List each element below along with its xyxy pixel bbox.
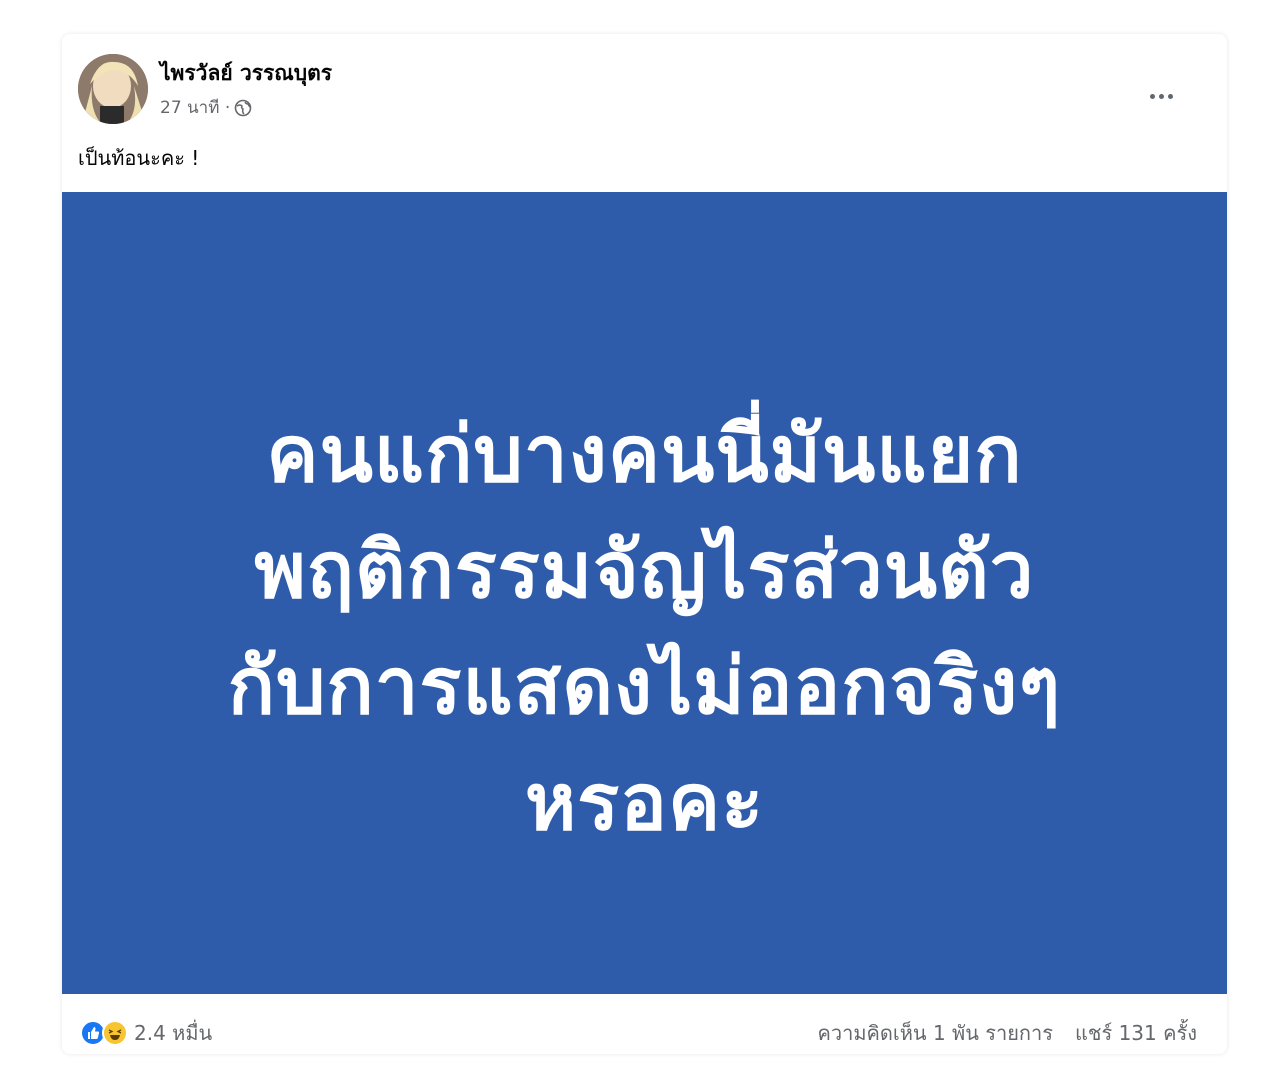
post-meta: 27 นาที · xyxy=(160,94,252,121)
image-text-line: พฤติกรรมจัญไรส่วนตัว xyxy=(254,526,1035,616)
post-header: ไพรวัลย์ วรรณบุตร 27 นาที · xyxy=(78,54,1211,126)
shares-count-link[interactable]: แชร์ 131 ครั้ง xyxy=(1075,1017,1197,1049)
image-text-line: คนแก่บางคนนี่มันแยก xyxy=(266,410,1023,500)
more-options-icon xyxy=(1149,93,1155,99)
avatar-image xyxy=(78,54,148,124)
post-time[interactable]: 27 นาที · xyxy=(160,94,230,121)
more-options-dot xyxy=(1167,93,1173,99)
post-image[interactable]: คนแก่บางคนนี่มันแยก พฤติกรรมจัญไรส่วนตัว… xyxy=(62,192,1227,994)
author-avatar[interactable] xyxy=(78,54,148,124)
like-thumb-icon xyxy=(88,1027,100,1039)
haha-icon xyxy=(102,1020,128,1046)
more-options-dot xyxy=(1158,93,1164,99)
post-caption: เป็นท้อนะคะ ! xyxy=(78,146,200,170)
reactions-summary[interactable]: 2.4 หมื่น xyxy=(80,1017,212,1049)
image-text: คนแก่บางคนนี่มันแยก พฤติกรรมจัญไรส่วนตัว… xyxy=(62,397,1227,861)
image-text-line: กับการแสดงไม่ออกจริงๆ xyxy=(227,642,1062,732)
reaction-count: 2.4 หมื่น xyxy=(134,1021,213,1045)
more-options-button[interactable] xyxy=(1145,86,1177,106)
globe-icon xyxy=(234,99,252,116)
author-name[interactable]: ไพรวัลย์ วรรณบุตร xyxy=(160,57,332,90)
post-card: ไพรวัลย์ วรรณบุตร 27 นาที · เป็นท้อนะคะ … xyxy=(62,34,1227,1054)
comments-count-link[interactable]: ความคิดเห็น 1 พัน รายการ xyxy=(818,1017,1054,1049)
engagement-stats: ความคิดเห็น 1 พัน รายการ แชร์ 131 ครั้ง xyxy=(818,1017,1198,1049)
post-footer: 2.4 หมื่น ความคิดเห็น 1 พัน รายการ แชร์ … xyxy=(80,1017,1197,1047)
haha-face-icon xyxy=(108,1029,122,1040)
image-text-line: หรอคะ xyxy=(524,758,765,848)
